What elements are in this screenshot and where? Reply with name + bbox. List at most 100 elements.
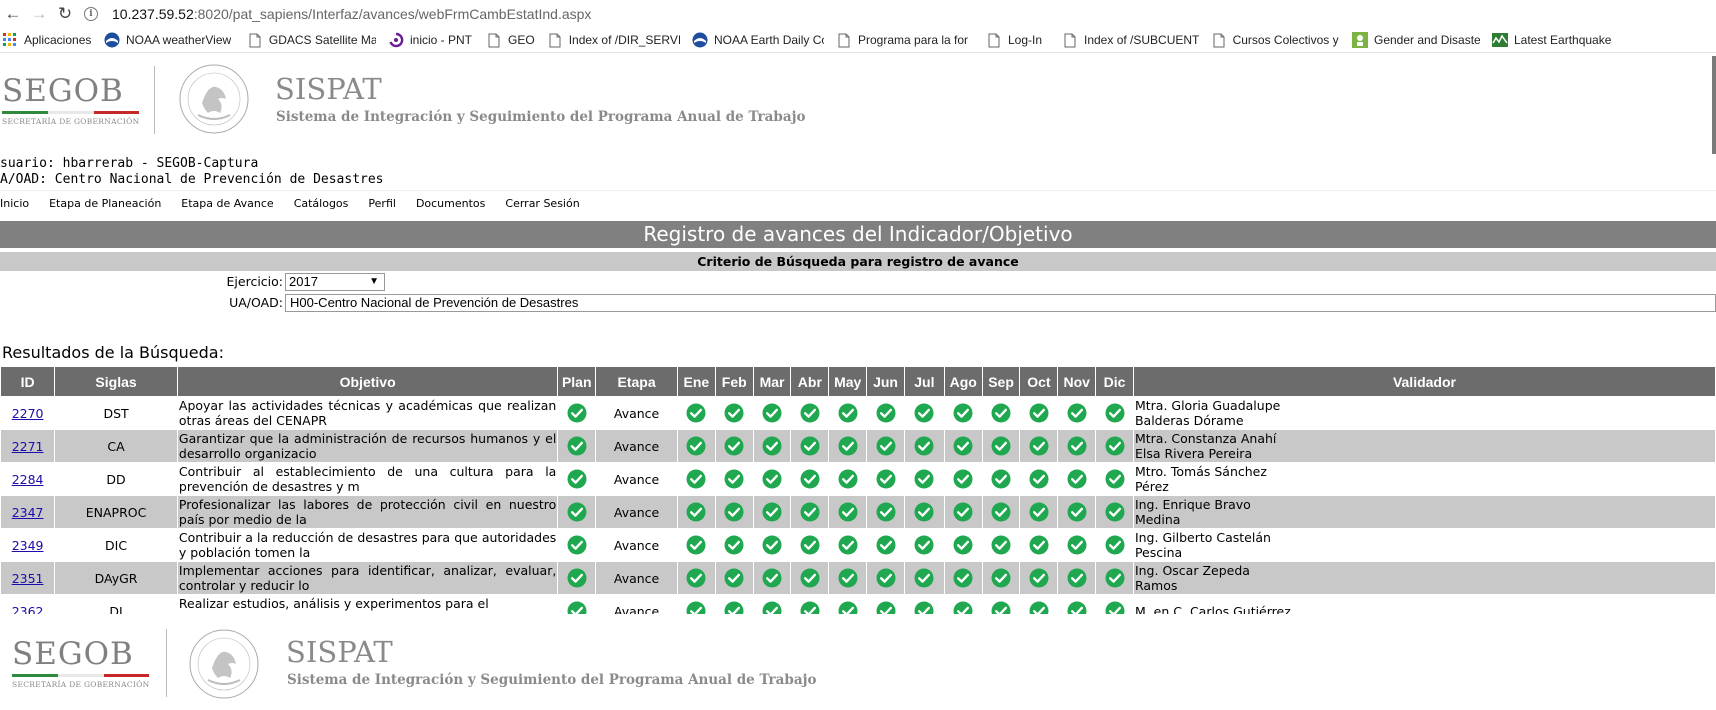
- month-status-cell: [1019, 462, 1059, 496]
- check-circle-icon: [724, 436, 744, 456]
- month-status-cell: [1019, 561, 1059, 595]
- id-link[interactable]: 2271: [12, 439, 44, 454]
- plan-cell: [557, 396, 597, 430]
- column-header: Etapa: [595, 366, 678, 397]
- id-link[interactable]: 2347: [12, 505, 44, 520]
- month-status-cell: [866, 495, 905, 529]
- check-circle-icon: [800, 568, 820, 588]
- month-status-cell: [903, 495, 945, 529]
- id-link[interactable]: 2270: [12, 406, 44, 421]
- check-circle-icon: [1029, 601, 1049, 614]
- objetivo-cell: Implementar acciones para identificar, a…: [176, 561, 559, 595]
- validador-cell: Ing. Enrique Bravo Medina: [1132, 495, 1716, 529]
- month-status-cell: [866, 594, 905, 614]
- check-circle-icon: [1029, 535, 1049, 555]
- check-circle-icon: [1029, 469, 1049, 489]
- check-circle-icon: [991, 403, 1011, 423]
- check-circle-icon: [1105, 535, 1125, 555]
- month-status-cell: [676, 396, 716, 430]
- month-status-cell: [714, 429, 754, 463]
- check-circle-icon: [914, 535, 934, 555]
- check-circle-icon: [1067, 568, 1087, 588]
- check-circle-icon: [686, 601, 706, 614]
- check-circle-icon: [1067, 469, 1087, 489]
- month-status-cell: [790, 561, 830, 595]
- id-cell: 2271: [0, 429, 56, 463]
- month-status-cell: [752, 495, 792, 529]
- check-circle-icon: [686, 469, 706, 489]
- check-circle-icon: [800, 436, 820, 456]
- siglas-cell: DI: [54, 594, 178, 614]
- check-circle-icon: [686, 568, 706, 588]
- month-status-cell: [943, 462, 983, 496]
- month-status-cell: [1057, 429, 1097, 463]
- check-circle-icon: [1029, 436, 1049, 456]
- check-circle-icon: [914, 436, 934, 456]
- check-circle-icon: [991, 436, 1011, 456]
- id-link[interactable]: 2351: [12, 571, 44, 586]
- month-status-cell: [752, 528, 792, 562]
- id-link[interactable]: 2362: [12, 604, 44, 615]
- check-circle-icon: [1067, 436, 1087, 456]
- check-circle-icon: [762, 535, 782, 555]
- month-status-cell: [1057, 495, 1097, 529]
- objetivo-cell: Profesionalizar las labores de protecció…: [176, 495, 559, 529]
- month-status-cell: [790, 396, 830, 430]
- id-link[interactable]: 2284: [12, 472, 44, 487]
- column-header: ID: [0, 366, 56, 397]
- check-circle-icon: [838, 403, 858, 423]
- objetivo-text: Contribuir al establecimiento de una cul…: [178, 464, 557, 494]
- siglas-cell: DAyGR: [54, 561, 178, 595]
- month-status-cell: [828, 462, 868, 496]
- month-status-cell: [943, 495, 983, 529]
- objetivo-cell: Realizar estudios, análisis y experiment…: [176, 594, 559, 614]
- check-circle-icon: [838, 568, 858, 588]
- month-status-cell: [714, 528, 754, 562]
- month-status-cell: [676, 528, 716, 562]
- siglas-cell: DD: [54, 462, 178, 496]
- validador-cell: Ing. Gilberto Castelán Pescina: [1132, 528, 1716, 562]
- column-header: Plan: [557, 366, 597, 397]
- month-status-cell: [714, 594, 754, 614]
- month-status-cell: [943, 429, 983, 463]
- check-circle-icon: [876, 502, 896, 522]
- validador-cell: M. en C. Carlos Gutiérrez: [1132, 594, 1716, 614]
- check-circle-icon: [1029, 502, 1049, 522]
- column-header: Validador: [1132, 366, 1716, 397]
- month-status-cell: [714, 396, 754, 430]
- month-status-cell: [866, 462, 905, 496]
- column-header: Feb: [714, 366, 754, 397]
- objetivo-cell: Contribuir al establecimiento de una cul…: [176, 462, 559, 496]
- column-header: Jun: [866, 366, 905, 397]
- month-status-cell: [866, 429, 905, 463]
- column-header: Nov: [1057, 366, 1097, 397]
- month-status-cell: [943, 528, 983, 562]
- check-circle-icon: [991, 601, 1011, 614]
- month-status-cell: [1057, 462, 1097, 496]
- id-cell: 2284: [0, 462, 56, 496]
- validador-cell: Mtra. Gloria Guadalupe Balderas Dórame: [1132, 396, 1716, 430]
- check-circle-icon: [1105, 436, 1125, 456]
- month-status-cell: [866, 528, 905, 562]
- objetivo-cell: Garantizar que la administración de recu…: [176, 429, 559, 463]
- table-row: 2270 DST Apoyar las actividades técnicas y…: [0, 396, 1716, 430]
- month-status-cell: [1095, 495, 1134, 529]
- check-circle-icon: [838, 469, 858, 489]
- siglas-cell: DST: [54, 396, 178, 430]
- month-status-cell: [790, 528, 830, 562]
- month-status-cell: [1057, 594, 1097, 614]
- column-header: May: [828, 366, 868, 397]
- month-status-cell: [981, 528, 1021, 562]
- check-circle-icon: [914, 502, 934, 522]
- check-circle-icon: [1067, 502, 1087, 522]
- check-circle-icon: [686, 436, 706, 456]
- check-circle-icon: [876, 469, 896, 489]
- month-status-cell: [828, 594, 868, 614]
- month-status-cell: [676, 462, 716, 496]
- objetivo-text: Realizar estudios, análisis y experiment…: [178, 596, 489, 611]
- month-status-cell: [903, 429, 945, 463]
- id-link[interactable]: 2349: [12, 538, 44, 553]
- plan-cell: [557, 528, 597, 562]
- objetivo-text: Contribuir a la reducción de desastres p…: [178, 530, 557, 560]
- mexican-seal-icon: [189, 629, 259, 699]
